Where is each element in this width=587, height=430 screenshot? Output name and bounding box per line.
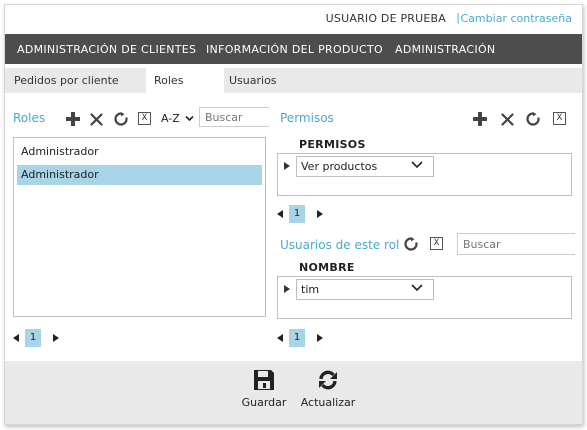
menu-item-product-info[interactable]: INFORMACIÓN DEL PRODUCTO: [206, 43, 383, 56]
user-select[interactable]: tim: [296, 279, 434, 300]
refresh-icon[interactable]: [525, 111, 541, 127]
menu-item-client-admin[interactable]: ADMINISTRACIÓN DE CLIENTES: [17, 43, 196, 56]
next-page-icon[interactable]: [317, 334, 323, 342]
menu-item-admin[interactable]: ADMINISTRACIÓN: [395, 43, 495, 56]
excel-export-icon[interactable]: X: [430, 237, 443, 250]
footer-toolbar: Guardar Actualizar: [5, 361, 582, 424]
header-separator: |: [456, 11, 460, 24]
page-number[interactable]: 1: [25, 329, 41, 347]
chevron-down-icon: [411, 284, 423, 292]
change-password-link[interactable]: Cambiar contraseña: [461, 12, 572, 25]
roles-content: Roles X A-Z Administrador Administrador …: [5, 93, 582, 361]
sync-icon: [319, 370, 337, 390]
page-number[interactable]: 1: [289, 329, 305, 347]
list-item[interactable]: Administrador: [17, 165, 262, 185]
role-users-grid: tim: [277, 276, 572, 319]
refresh-label: Actualizar: [300, 396, 356, 409]
roles-search-input[interactable]: [199, 107, 269, 127]
row-indicator-icon: [284, 162, 290, 170]
cross-icon[interactable]: [88, 111, 104, 127]
page-number[interactable]: 1: [289, 205, 305, 223]
app-window: USUARIO DE PRUEBA | Cambiar contraseña A…: [4, 4, 583, 425]
permission-select[interactable]: Ver productos: [296, 156, 434, 177]
roles-list: Administrador Administrador: [13, 137, 266, 317]
plus-icon[interactable]: [65, 111, 81, 127]
excel-export-icon[interactable]: X: [138, 112, 151, 125]
next-page-icon[interactable]: [53, 334, 59, 342]
chevron-down-icon: [185, 115, 194, 122]
chevron-down-icon: [411, 161, 423, 169]
tab-roles[interactable]: Roles: [146, 68, 224, 93]
roles-title: Roles: [13, 111, 46, 125]
save-button[interactable]: Guardar: [241, 369, 287, 409]
refresh-icon[interactable]: [113, 111, 129, 127]
permisos-column-header: PERMISOS: [299, 138, 366, 151]
permisos-pager: 1: [277, 205, 337, 223]
prev-page-icon[interactable]: [13, 334, 19, 342]
floppy-disk-icon: [254, 370, 274, 390]
permission-value: Ver productos: [301, 160, 378, 173]
name-column-header: NOMBRE: [299, 261, 355, 274]
row-indicator-icon: [284, 285, 290, 293]
roles-pager: 1: [13, 329, 73, 347]
refresh-button[interactable]: Actualizar: [297, 369, 359, 409]
tab-bar: Pedidos por cliente Roles Usuarios: [5, 68, 582, 93]
user-value: tim: [301, 283, 320, 296]
refresh-icon[interactable]: [403, 236, 419, 252]
next-page-icon[interactable]: [317, 210, 323, 218]
list-item[interactable]: Administrador: [17, 142, 262, 162]
role-users-pager: 1: [277, 329, 337, 347]
excel-export-icon[interactable]: X: [553, 112, 566, 125]
role-users-search-input[interactable]: [457, 233, 575, 255]
save-label: Guardar: [241, 396, 287, 409]
plus-icon[interactable]: [472, 111, 488, 127]
prev-page-icon[interactable]: [277, 210, 283, 218]
permisos-title: Permisos: [280, 111, 334, 125]
role-users-title: Usuarios de este rol: [280, 238, 400, 252]
prev-page-icon[interactable]: [277, 334, 283, 342]
permisos-grid: Ver productos: [277, 153, 572, 196]
tab-orders-by-client[interactable]: Pedidos por cliente: [14, 68, 134, 93]
cross-icon[interactable]: [499, 111, 515, 127]
sort-label: A-Z: [161, 112, 180, 125]
top-bar: USUARIO DE PRUEBA | Cambiar contraseña: [5, 5, 582, 31]
tab-users[interactable]: Usuarios: [229, 68, 289, 93]
main-menu: ADMINISTRACIÓN DE CLIENTES INFORMACIÓN D…: [5, 34, 582, 64]
user-name: USUARIO DE PRUEBA: [325, 12, 446, 25]
sort-dropdown[interactable]: A-Z: [161, 112, 194, 125]
